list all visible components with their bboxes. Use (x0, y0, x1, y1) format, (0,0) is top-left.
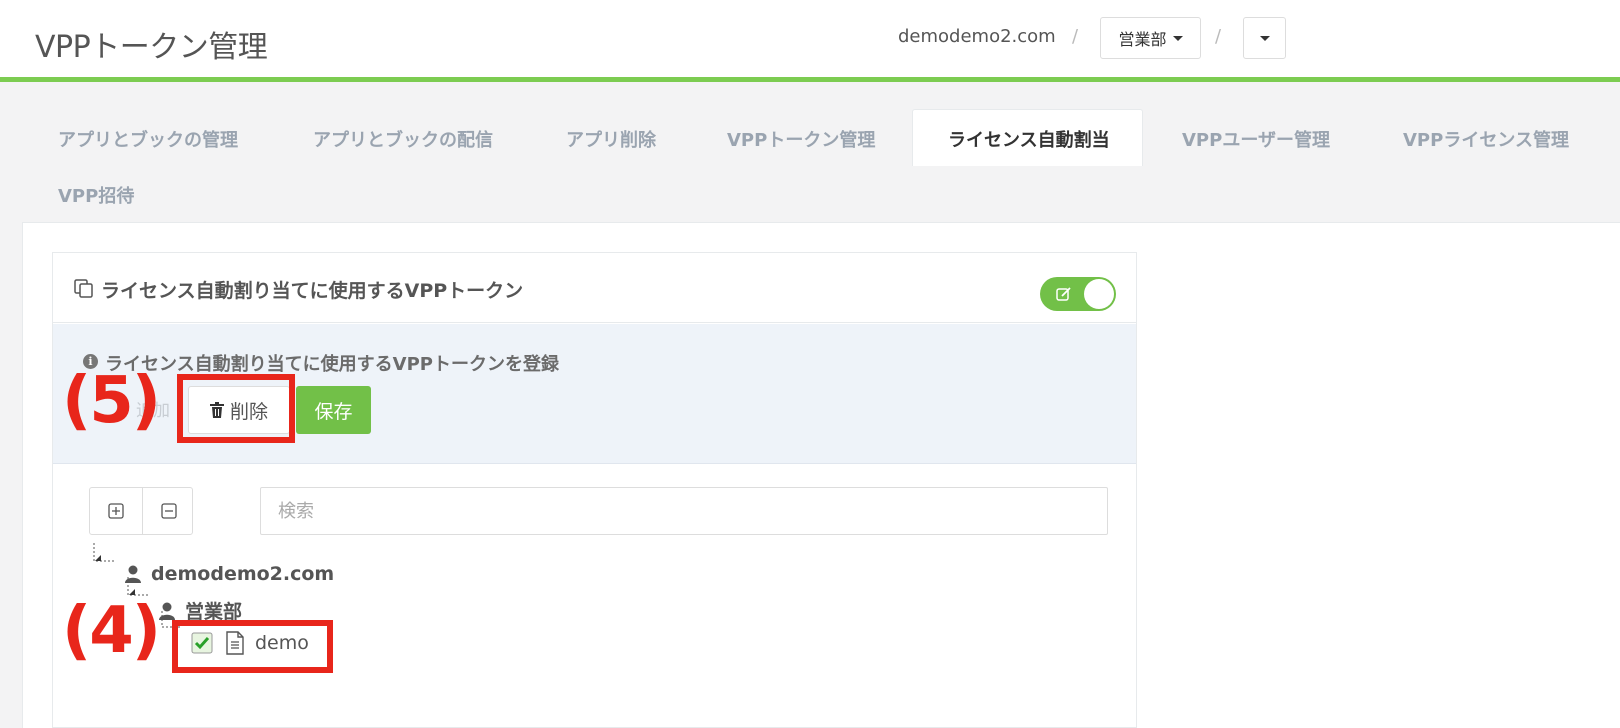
tab-app-book-deliver[interactable]: アプリとブックの配信 (313, 126, 493, 152)
tree-node-root-label: demodemo2.com (151, 563, 335, 585)
breadcrumb-separator: / (1072, 26, 1079, 47)
panel-header: ライセンス自動割り当てに使用するVPPトークン (53, 253, 1136, 323)
toggle-knob (1084, 279, 1114, 309)
caret-down-icon (1259, 35, 1270, 41)
plus-square-icon (108, 503, 124, 519)
tab-license-auto-assign[interactable]: ライセンス自動割当 (948, 126, 1110, 152)
tree-search-input[interactable] (260, 487, 1108, 535)
caret-down-icon (1172, 35, 1183, 41)
tree-expanded-icon (93, 543, 115, 562)
tab-vpp-token[interactable]: VPPトークン管理 (727, 126, 875, 152)
tab-vpp-license[interactable]: VPPライセンス管理 (1403, 126, 1569, 152)
info-text: ライセンス自動割り当てに使用するVPPトークンを登録 (105, 354, 559, 375)
minus-square-icon (160, 503, 177, 519)
page-title: VPPトークン管理 (35, 30, 268, 65)
tab-vpp-invite[interactable]: VPP招待 (58, 182, 134, 208)
expand-all-button[interactable] (90, 488, 142, 534)
annotation-box-5 (177, 374, 295, 443)
tab-app-delete[interactable]: アプリ削除 (566, 126, 656, 152)
edit-toggle[interactable] (1040, 277, 1116, 311)
copy-icon (74, 279, 93, 298)
top-header: VPPトークン管理 demodemo2.com / 営業部 / (0, 0, 1620, 82)
panel-title: ライセンス自動割り当てに使用するVPPトークン (101, 280, 524, 302)
tree-expand-collapse-group (89, 487, 193, 535)
annotation-5: (5) (62, 364, 161, 438)
edit-icon (1056, 287, 1071, 301)
department-dropdown[interactable]: 営業部 (1100, 17, 1201, 59)
save-button[interactable]: 保存 (296, 386, 371, 434)
annotation-box-4 (172, 620, 333, 673)
breadcrumb-domain[interactable]: demodemo2.com (898, 26, 1056, 47)
empty-dropdown[interactable] (1243, 17, 1286, 59)
annotation-4: (4) (62, 594, 161, 668)
breadcrumb-separator: / (1215, 26, 1222, 47)
collapse-all-button[interactable] (142, 488, 194, 534)
department-dropdown-label: 営業部 (1118, 30, 1167, 49)
tab-vpp-user[interactable]: VPPユーザー管理 (1182, 126, 1330, 152)
tab-app-book-manage[interactable]: アプリとブックの管理 (58, 126, 238, 152)
